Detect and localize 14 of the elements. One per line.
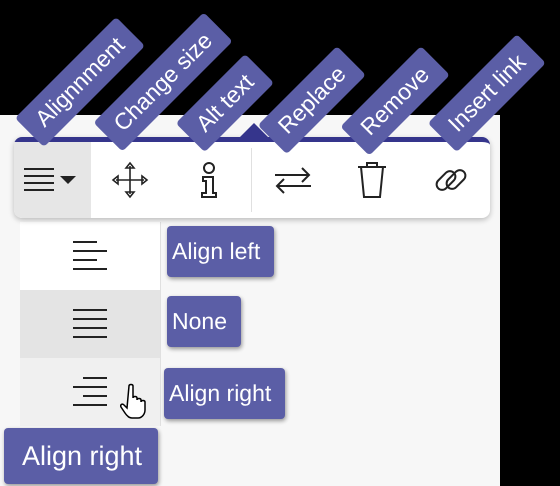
alignment-button[interactable] <box>14 142 91 218</box>
trash-icon <box>356 161 388 199</box>
tooltip: Align left <box>167 226 274 277</box>
swap-arrows-icon <box>272 166 313 194</box>
tooltip: Align right <box>4 428 158 484</box>
tooltip: None <box>167 296 241 347</box>
align-none-icon <box>71 308 109 340</box>
alignment-option[interactable] <box>20 290 160 358</box>
align-right-icon <box>71 376 109 408</box>
align-left-icon <box>71 240 109 272</box>
alignment-option[interactable] <box>20 222 160 290</box>
move-icon <box>110 160 150 200</box>
tooltip: Align right <box>164 368 286 419</box>
alignment-option[interactable] <box>20 358 160 426</box>
